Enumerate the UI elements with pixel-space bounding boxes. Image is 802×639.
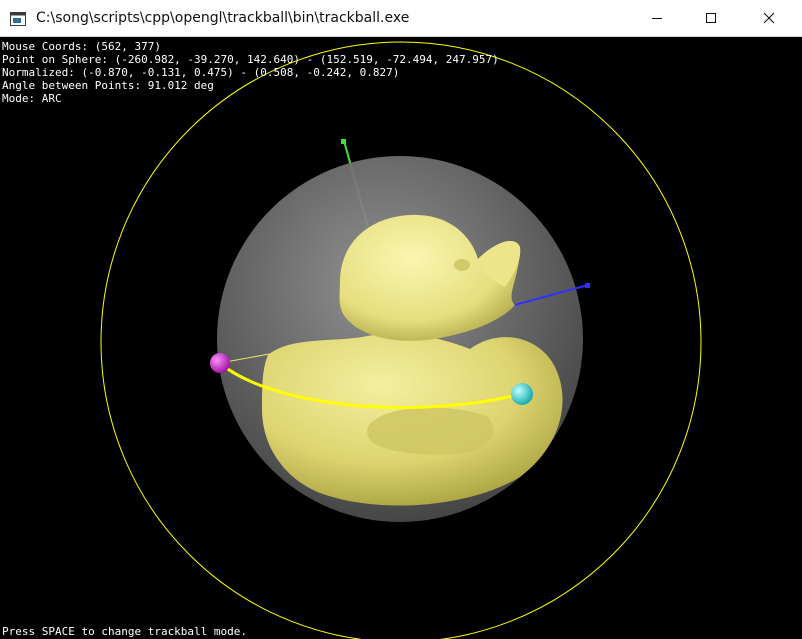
mode-text: Mode: ARC (2, 92, 62, 105)
maximize-button[interactable] (688, 0, 734, 36)
minimize-button[interactable] (634, 0, 680, 36)
footer-hint: Press SPACE to change trackball mode. (2, 625, 248, 638)
info-overlay: Mouse Coords: (562, 377) Point on Sphere… (2, 40, 499, 105)
start-point-marker (210, 353, 230, 373)
mouse-coords-text: Mouse Coords: (562, 377) (2, 40, 161, 53)
duck-wing (367, 407, 494, 455)
window-title: C:\song\scripts\cpp\opengl\trackball\bin… (36, 10, 410, 26)
maximize-icon (706, 13, 716, 23)
y-axis-tip (341, 139, 346, 144)
minimize-icon (652, 18, 662, 19)
close-button[interactable] (746, 0, 792, 36)
duck-eye (454, 259, 470, 271)
console-window-icon (10, 11, 26, 26)
point-on-sphere-text: Point on Sphere: (-260.982, -39.270, 142… (2, 53, 499, 66)
end-point-marker (511, 383, 533, 405)
app-window: C:\song\scripts\cpp\opengl\trackball\bin… (0, 0, 802, 639)
trackball-scene[interactable] (0, 37, 802, 639)
angle-text: Angle between Points: 91.012 deg (2, 79, 214, 92)
close-icon (763, 12, 775, 24)
title-bar[interactable]: C:\song\scripts\cpp\opengl\trackball\bin… (0, 0, 802, 37)
normalized-text: Normalized: (-0.870, -0.131, 0.475) - (0… (2, 66, 400, 79)
z-axis-tip (585, 283, 590, 288)
opengl-viewport[interactable]: Mouse Coords: (562, 377) Point on Sphere… (0, 37, 802, 639)
